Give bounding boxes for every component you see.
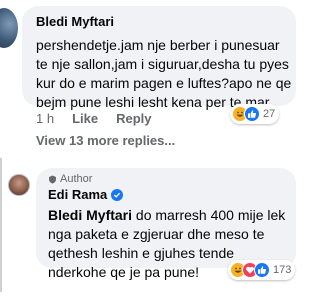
author-badge: Author: [48, 173, 92, 185]
author-badge-icon: [49, 175, 56, 184]
thread-line: [0, 158, 2, 292]
reaction-count: 173: [273, 264, 292, 276]
comment-actions: 1 h Like Reply: [36, 111, 152, 126]
reply-author[interactable]: Edi Rama: [48, 187, 107, 202]
reaction-summary[interactable]: 173: [228, 260, 296, 280]
reply-author-row: Edi Rama: [48, 187, 124, 202]
comment-timestamp[interactable]: 1 h: [36, 111, 54, 126]
comment-bubble: Bledi Myftari pershendetje.jam nje berbe…: [22, 6, 296, 110]
reply-comment: Author Edi Rama Bledi Myftari do marresh…: [0, 158, 300, 300]
mention-link[interactable]: Bledi Myftari: [48, 207, 132, 223]
avatar[interactable]: [8, 174, 30, 196]
reply-bubble: Author Edi Rama Bledi Myftari do marresh…: [36, 168, 296, 280]
view-more-replies-link[interactable]: View 13 more replies...: [36, 133, 175, 148]
reply-button[interactable]: Reply: [116, 111, 151, 126]
top-comment: Bledi Myftari pershendetje.jam nje berbe…: [0, 0, 300, 152]
reaction-summary[interactable]: 27: [230, 104, 280, 124]
author-badge-label: Author: [60, 173, 93, 185]
reaction-count: 27: [263, 108, 276, 120]
avatar[interactable]: [0, 8, 18, 48]
verified-icon: [111, 188, 124, 201]
comment-text: pershendetje.jam nje berber i punesuar t…: [36, 37, 292, 110]
like-icon: [244, 106, 260, 122]
like-button[interactable]: Like: [72, 111, 98, 126]
comment-author[interactable]: Bledi Myftari: [36, 14, 114, 29]
like-icon: [254, 262, 270, 278]
